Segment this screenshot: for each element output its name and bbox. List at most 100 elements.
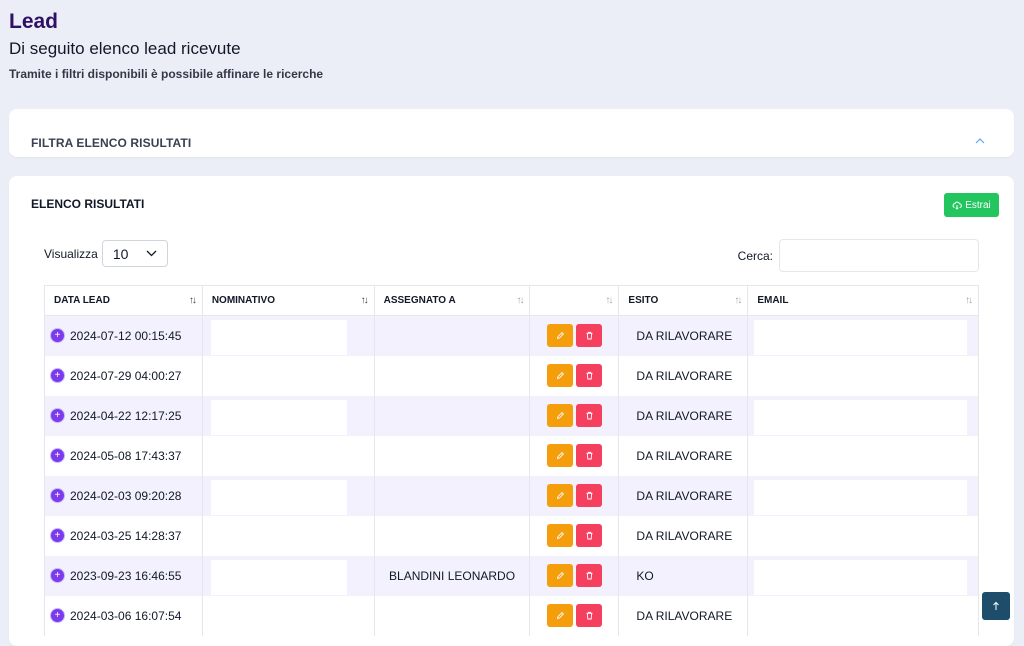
lead-date: 2024-07-12 00:15:45 — [70, 328, 182, 343]
esito-value: DA RILAVORARE — [636, 448, 733, 463]
edit-button[interactable] — [547, 404, 574, 427]
pencil-icon — [556, 491, 564, 500]
sort-icon: ↑↓ — [734, 295, 742, 306]
cell-nominativo — [201, 555, 375, 596]
cell-esito: DA RILAVORARE — [618, 515, 749, 556]
edit-button[interactable] — [547, 324, 574, 348]
esito-value: DA RILAVORARE — [636, 328, 733, 343]
expand-row-icon[interactable]: + — [51, 449, 64, 462]
cell-date: + 2024-03-25 14:28:37 — [44, 515, 203, 556]
sort-asc-icon: ↑↓ — [360, 295, 369, 306]
column-header-assegnato[interactable]: ASSEGNATO A ↑↓ — [373, 285, 531, 316]
delete-button[interactable] — [576, 324, 603, 348]
chevron-down-icon — [146, 250, 157, 257]
expand-row-icon[interactable]: + — [51, 609, 64, 622]
search-input[interactable] — [779, 239, 979, 272]
table-row: + 2024-07-29 04:00:27 DA RILAVORARE — [44, 355, 979, 396]
edit-button[interactable] — [547, 484, 574, 507]
filter-panel-title: FILTRA ELENCO RISULTATI — [31, 136, 192, 150]
cell-email — [747, 395, 979, 436]
cell-date: + 2023-09-23 16:46:55 — [44, 555, 203, 596]
column-header-esito[interactable]: ESITO ↑↓ — [618, 285, 749, 316]
trash-icon — [586, 371, 593, 380]
column-header-label: EMAIL — [757, 295, 789, 306]
expand-row-icon[interactable]: + — [51, 529, 64, 542]
cell-actions — [529, 515, 620, 556]
esito-value: DA RILAVORARE — [636, 528, 733, 543]
table-row: + 2024-02-03 09:20:28 DA RILAVORARE — [44, 475, 979, 516]
cell-actions — [529, 355, 620, 396]
cell-email — [747, 435, 979, 476]
export-button[interactable]: Estrai — [944, 193, 999, 217]
pencil-icon — [556, 531, 564, 540]
delete-button[interactable] — [576, 444, 603, 467]
delete-button[interactable] — [576, 404, 603, 427]
sort-asc-icon: ↑↓ — [188, 295, 197, 306]
cell-email — [747, 475, 979, 516]
results-table: DATA LEAD ↑↓ NOMINATIVO ↑↓ ASSEGNATO A ↑↓ ↑… — [44, 285, 979, 636]
delete-button[interactable] — [576, 524, 603, 547]
column-header-nominativo[interactable]: NOMINATIVO ↑↓ — [201, 285, 375, 316]
cell-assegnato — [373, 515, 531, 556]
edit-button[interactable] — [547, 604, 574, 627]
page-length-control: Visualizza 10 — [44, 240, 168, 267]
column-header-actions[interactable]: ↑↓ — [529, 285, 620, 316]
delete-button[interactable] — [576, 364, 603, 387]
cell-actions — [529, 555, 620, 596]
edit-button[interactable] — [547, 444, 574, 467]
cell-date: + 2024-02-03 09:20:28 — [44, 475, 203, 516]
cell-actions — [529, 435, 620, 476]
delete-button[interactable] — [576, 604, 603, 627]
cell-assegnato — [373, 595, 531, 636]
page-length-value: 10 — [112, 245, 129, 262]
edit-button[interactable] — [547, 524, 574, 547]
lead-date: 2024-02-03 09:20:28 — [70, 488, 182, 503]
expand-row-icon[interactable]: + — [51, 329, 64, 343]
esito-value: DA RILAVORARE — [636, 488, 733, 503]
expand-row-icon[interactable]: + — [51, 489, 64, 502]
cell-email — [747, 555, 979, 596]
pencil-icon — [556, 611, 564, 620]
esito-value: DA RILAVORARE — [636, 408, 733, 423]
expand-row-icon[interactable]: + — [51, 569, 64, 582]
edit-button[interactable] — [547, 364, 574, 387]
column-header-label: ESITO — [628, 295, 659, 306]
filter-panel[interactable]: FILTRA ELENCO RISULTATI — [9, 109, 1014, 157]
scroll-to-top-button[interactable] — [982, 592, 1010, 620]
page-subtitle: Di seguito elenco lead ricevute — [9, 39, 241, 58]
pencil-icon — [556, 411, 564, 420]
search-control: Cerca: — [738, 239, 979, 272]
page-length-select[interactable]: 10 — [101, 240, 168, 267]
delete-button[interactable] — [576, 484, 603, 507]
cell-nominativo — [201, 515, 375, 556]
export-button-label: Estrai — [965, 199, 991, 211]
edit-button[interactable] — [547, 564, 574, 587]
sort-icon: ↑↓ — [605, 295, 613, 306]
expand-row-icon[interactable]: + — [51, 409, 64, 422]
lead-date: 2024-04-22 12:17:25 — [70, 408, 182, 423]
cell-actions — [529, 475, 620, 516]
cell-esito: KO — [618, 555, 749, 596]
trash-icon — [586, 571, 593, 580]
column-header-data-lead[interactable]: DATA LEAD ↑↓ — [44, 285, 203, 316]
cell-esito: DA RILAVORARE — [618, 395, 749, 436]
cell-assegnato: BLANDINI LEONARDO — [373, 555, 531, 596]
cell-email — [747, 315, 979, 356]
cell-actions — [529, 395, 620, 436]
cell-esito: DA RILAVORARE — [618, 315, 749, 356]
column-header-email[interactable]: EMAIL ↑↓ — [747, 285, 979, 316]
column-header-label: NOMINATIVO — [211, 295, 275, 306]
cell-nominativo — [201, 595, 375, 636]
pencil-icon — [556, 571, 564, 580]
expand-row-icon[interactable]: + — [51, 369, 64, 382]
lead-date: 2024-03-06 16:07:54 — [70, 608, 182, 623]
cell-email — [747, 355, 979, 396]
sort-icon: ↑↓ — [516, 295, 524, 306]
esito-value: DA RILAVORARE — [636, 608, 733, 623]
delete-button[interactable] — [576, 564, 603, 587]
page-title: Lead — [9, 10, 59, 33]
cell-assegnato — [373, 435, 531, 476]
chevron-up-icon[interactable] — [974, 136, 986, 146]
table-row: + 2024-04-22 12:17:25 DA RILAVORARE — [44, 395, 979, 436]
trash-icon — [586, 611, 593, 620]
